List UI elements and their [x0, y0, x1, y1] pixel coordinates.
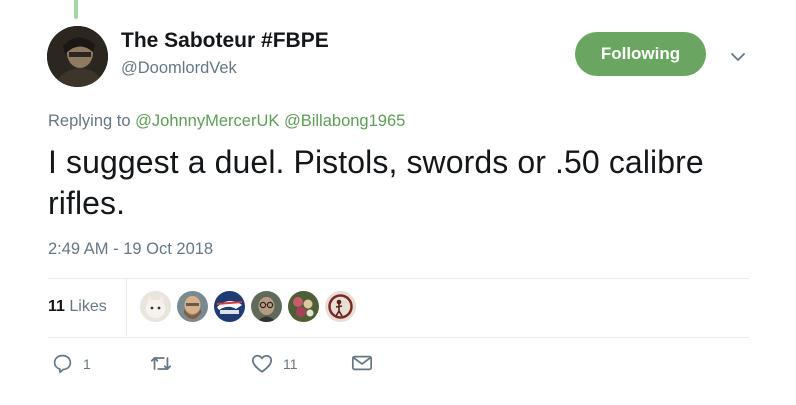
reply-count: 1 — [83, 355, 91, 372]
avatar-figure[interactable] — [325, 291, 356, 322]
divider — [48, 278, 749, 279]
author-display-name[interactable]: The Saboteur #FBPE — [121, 29, 329, 53]
avatar-flowers[interactable] — [288, 291, 319, 322]
liker-avatars — [140, 291, 362, 322]
mention-link[interactable]: @Billabong1965 — [284, 112, 405, 130]
mention-link[interactable]: @JohnnyMercerUK — [135, 112, 279, 130]
divider — [48, 337, 749, 338]
likes-label: Likes — [69, 298, 107, 315]
author-handle[interactable]: @DoomlordVek — [121, 59, 237, 78]
following-button[interactable]: Following — [575, 32, 706, 76]
heart-icon — [251, 354, 273, 373]
tweet-text: I suggest a duel. Pistols, swords or .50… — [48, 144, 704, 221]
avatar-cat[interactable] — [140, 291, 171, 322]
thread-connector-line — [74, 0, 78, 19]
avatar-seahawks-logo[interactable] — [214, 291, 245, 322]
retweet-icon — [150, 357, 172, 370]
direct-message-button[interactable] — [351, 353, 373, 373]
author-avatar[interactable] — [47, 26, 108, 87]
reply-icon — [53, 354, 72, 374]
likes-number: 11 — [48, 298, 65, 315]
avatar-man-glasses[interactable] — [251, 291, 282, 322]
chevron-down-icon[interactable] — [729, 48, 747, 66]
likes-separator — [126, 279, 127, 336]
like-button[interactable]: 11 — [251, 353, 298, 374]
likes-count[interactable]: 11 Likes — [48, 298, 107, 316]
replying-to-line: Replying to @JohnnyMercerUK @Billabong19… — [48, 112, 405, 131]
message-icon — [351, 355, 373, 371]
replying-to-label: Replying to — [48, 112, 131, 130]
retweet-button[interactable] — [149, 353, 183, 374]
like-count: 11 — [283, 355, 298, 372]
reply-button[interactable]: 1 — [52, 353, 91, 374]
avatar-bearded-man[interactable] — [177, 291, 208, 322]
tweet-timestamp[interactable]: 2:49 AM - 19 Oct 2018 — [48, 240, 213, 259]
